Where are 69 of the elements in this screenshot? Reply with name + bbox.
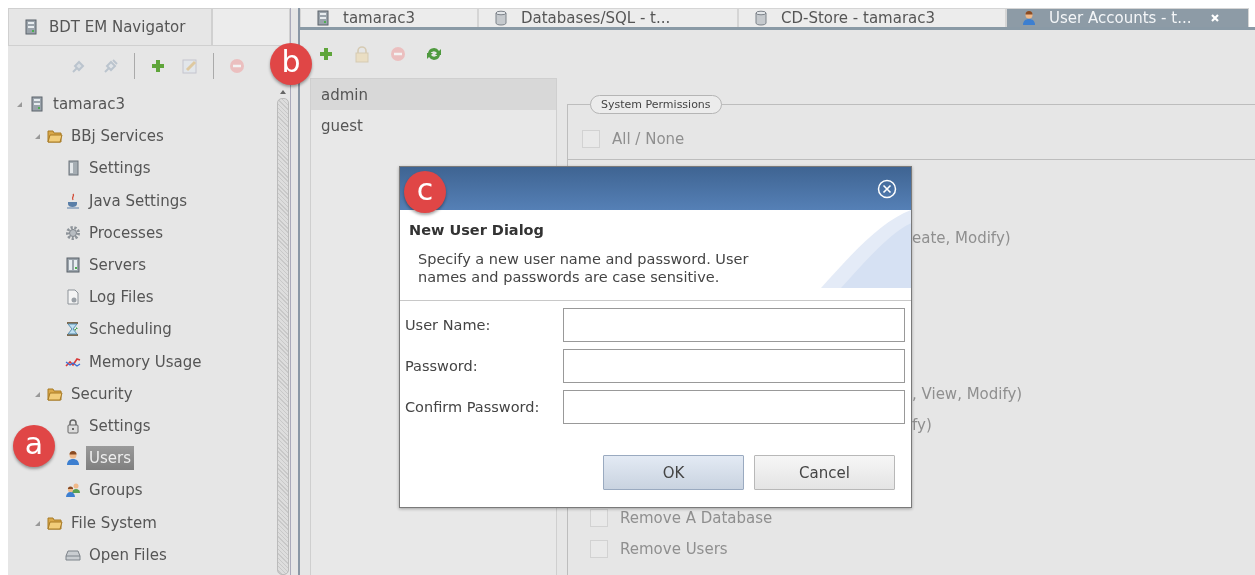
checkbox-label: Remove A Database xyxy=(620,509,773,528)
tree-item[interactable]: File System xyxy=(68,510,160,535)
server-icon xyxy=(23,19,39,35)
edit-icon[interactable] xyxy=(181,57,199,75)
input-field[interactable] xyxy=(563,308,905,342)
user-list-item[interactable]: guest xyxy=(311,110,556,141)
tree-item[interactable]: Log Files xyxy=(86,285,157,310)
field-label: Confirm Password: xyxy=(405,399,540,415)
permission-label: , View, Modify) xyxy=(912,384,1023,403)
tree-item[interactable]: Groups xyxy=(86,478,146,503)
close-icon[interactable] xyxy=(877,179,897,199)
lock-icon xyxy=(65,417,81,434)
scroll-up-icon[interactable] xyxy=(279,89,287,95)
remove-icon[interactable] xyxy=(389,45,407,63)
tab[interactable]: Databases/SQL - t... xyxy=(478,8,738,27)
tree-item[interactable]: Settings xyxy=(86,156,154,181)
tree-item[interactable]: Memory Usage xyxy=(86,349,205,374)
server-icon xyxy=(65,257,81,274)
add-icon[interactable] xyxy=(149,57,167,75)
permission-label: eate, Modify) xyxy=(912,228,1011,247)
folder-icon xyxy=(47,385,63,402)
refresh-icon[interactable] xyxy=(425,45,443,63)
server-icon xyxy=(29,96,45,113)
add-icon[interactable] xyxy=(317,45,335,63)
tree-item[interactable]: Processes xyxy=(86,220,166,245)
hourglass-icon xyxy=(65,321,81,338)
server-icon xyxy=(65,160,81,177)
dialog-description: Specify a new user name and password. User names and passwords are case sensitive. xyxy=(417,250,750,286)
database-icon xyxy=(493,10,509,26)
user-list-item[interactable]: admin xyxy=(311,79,556,110)
group-legend: System Permissions xyxy=(590,95,722,114)
expand-arrow-icon[interactable] xyxy=(34,132,42,141)
database-icon xyxy=(753,10,769,26)
users-icon xyxy=(65,482,81,499)
tree-item[interactable]: Java Settings xyxy=(86,188,190,213)
tree-item[interactable]: tamarac3 xyxy=(50,92,129,117)
tab[interactable]: tamarac3 xyxy=(300,8,478,27)
tab[interactable]: CD-Store - tamarac3 xyxy=(738,8,1006,27)
field-label: User Name: xyxy=(405,317,491,333)
java-cup-icon xyxy=(65,192,81,209)
dialog-button[interactable]: Cancel xyxy=(754,455,895,490)
document-gear-icon xyxy=(65,289,81,306)
tree-item[interactable]: Scheduling xyxy=(86,317,175,342)
input-field[interactable] xyxy=(563,349,905,383)
field-label: Password: xyxy=(405,358,478,374)
user-icon xyxy=(65,450,81,467)
dialog-button[interactable]: OK xyxy=(603,455,744,490)
permission-label: fy) xyxy=(912,415,932,434)
folder-icon xyxy=(47,514,63,531)
close-icon[interactable] xyxy=(1209,12,1222,24)
gear-icon xyxy=(65,224,81,241)
navigator-tab[interactable]: BDT EM Navigator xyxy=(8,8,212,45)
tree-item[interactable]: Security xyxy=(68,381,136,406)
tree-item[interactable]: Servers xyxy=(86,253,149,278)
tree-item[interactable]: Settings xyxy=(86,413,154,438)
remove-icon[interactable] xyxy=(228,57,246,75)
input-field[interactable] xyxy=(563,390,905,424)
tree-item[interactable]: BBj Services xyxy=(68,124,167,149)
lock-icon[interactable] xyxy=(353,45,371,63)
folder-icon xyxy=(47,128,63,145)
expand-arrow-icon[interactable] xyxy=(16,100,24,109)
tree-item[interactable]: Open Files xyxy=(86,542,170,567)
server-icon xyxy=(315,10,331,26)
checkbox-label: Remove Users xyxy=(620,540,728,559)
checkbox[interactable] xyxy=(590,509,608,528)
dialog-title: New User Dialog xyxy=(408,221,545,238)
user-icon xyxy=(1021,10,1037,26)
checkbox-label: All / None xyxy=(612,130,685,148)
plug-icon[interactable] xyxy=(102,57,120,75)
